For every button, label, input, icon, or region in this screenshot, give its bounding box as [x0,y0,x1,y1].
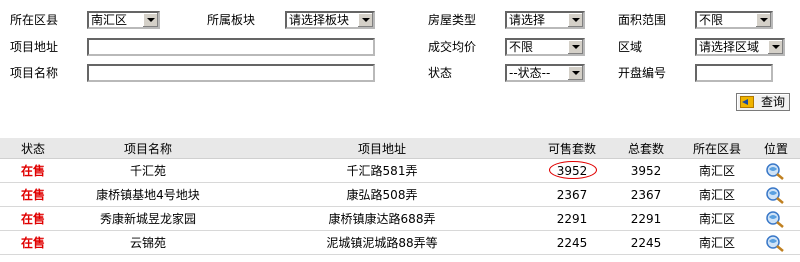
location-cell[interactable] [752,206,800,231]
district-cell: 南汇区 [682,230,752,255]
status-cell: 在售 [0,230,66,255]
sector-select[interactable]: 请选择板块 [285,11,375,29]
open-no-label: 开盘编号 [618,66,667,80]
name-cell[interactable]: 康桥镇基地4号地块 [66,182,230,207]
header-location: 位置 [752,138,800,159]
table-row[interactable]: 在售 秀康新城昱龙家园 康桥镇康达路688弄 2291 2291 南汇区 [0,206,800,231]
table-row[interactable]: 在售 千汇苑 千汇路581弄 3952 3952 南汇区 [0,158,800,183]
magnifier-globe-icon[interactable] [765,234,787,252]
magnifier-globe-icon[interactable] [765,210,787,228]
name-input[interactable] [87,64,375,82]
status-select-value: --状态-- [509,66,551,80]
address-label: 项目地址 [10,40,59,54]
house-type-select[interactable]: 请选择 [505,11,585,29]
region-select-value: 请选择区域 [699,40,760,54]
name-cell[interactable]: 秀康新城昱龙家园 [66,206,230,231]
address-cell: 千汇路581弄 [230,158,534,183]
area-label: 面积范围 [618,13,667,27]
area-select[interactable]: 不限 [695,11,773,29]
header-available[interactable]: 可售套数 [534,138,610,159]
available-cell: 2291 [534,206,610,231]
magnifier-globe-icon[interactable] [765,162,787,180]
chevron-down-icon [767,40,783,54]
region-label: 区域 [618,40,643,54]
district-label: 所在区县 [10,13,59,27]
header-name[interactable]: 项目名称 [66,138,230,159]
district-cell: 南汇区 [682,158,752,183]
magnifier-globe-icon[interactable] [765,186,787,204]
sector-select-value: 请选择板块 [289,13,350,27]
open-no-input[interactable] [695,64,773,82]
district-cell: 南汇区 [682,206,752,231]
chevron-down-icon [357,13,373,27]
available-cell: 2245 [534,230,610,255]
total-cell: 2245 [610,230,682,255]
search-button[interactable]: 查询 [736,93,790,111]
status-label: 状态 [428,66,453,80]
name-label: 项目名称 [10,66,59,80]
chevron-down-icon [567,13,583,27]
location-cell[interactable] [752,158,800,183]
house-type-label: 房屋类型 [428,13,477,27]
location-cell[interactable] [752,230,800,255]
arrow-icon [740,96,754,108]
name-cell[interactable]: 千汇苑 [66,158,230,183]
total-cell: 3952 [610,158,682,183]
available-cell: 3952 [534,158,610,183]
total-cell: 2291 [610,206,682,231]
chevron-down-icon [142,13,158,27]
region-select[interactable]: 请选择区域 [695,38,785,56]
status-cell: 在售 [0,158,66,183]
header-total[interactable]: 总套数 [610,138,682,159]
district-select[interactable]: 南汇区 [87,11,160,29]
status-cell: 在售 [0,206,66,231]
results-table: 状态 项目名称 项目地址 可售套数 总套数 所在区县 位置 在售 千汇苑 千汇路… [0,138,800,255]
address-cell: 泥城镇泥城路88弄等 [230,230,534,255]
district-select-value: 南汇区 [91,13,128,27]
status-select[interactable]: --状态-- [505,64,585,82]
chevron-down-icon [755,13,771,27]
avg-price-select-value: 不限 [509,40,534,54]
house-type-select-value: 请选择 [509,13,546,27]
header-address[interactable]: 项目地址 [230,138,534,159]
table-row[interactable]: 在售 云锦苑 泥城镇泥城路88弄等 2245 2245 南汇区 [0,230,800,255]
table-row[interactable]: 在售 康桥镇基地4号地块 康弘路508弄 2367 2367 南汇区 [0,182,800,207]
area-select-value: 不限 [699,13,724,27]
search-button-label: 查询 [760,95,785,109]
available-cell: 2367 [534,182,610,207]
status-cell: 在售 [0,182,66,207]
chevron-down-icon [567,66,583,80]
header-district[interactable]: 所在区县 [682,138,752,159]
total-cell: 2367 [610,182,682,207]
location-cell[interactable] [752,182,800,207]
avg-price-select[interactable]: 不限 [505,38,585,56]
district-cell: 南汇区 [682,182,752,207]
avg-price-label: 成交均价 [428,40,477,54]
available-value-circled: 3952 [548,160,597,179]
chevron-down-icon [567,40,583,54]
address-cell: 康弘路508弄 [230,182,534,207]
sector-label: 所属板块 [207,13,256,27]
header-status[interactable]: 状态 [0,138,66,159]
table-header-row: 状态 项目名称 项目地址 可售套数 总套数 所在区县 位置 [0,138,800,159]
address-cell: 康桥镇康达路688弄 [230,206,534,231]
address-input[interactable] [87,38,375,56]
name-cell[interactable]: 云锦苑 [66,230,230,255]
